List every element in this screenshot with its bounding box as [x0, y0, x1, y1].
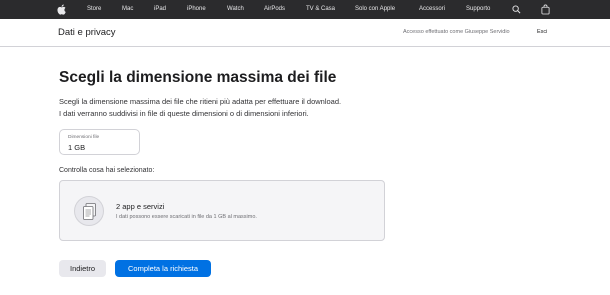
signout-link[interactable]: Esci [537, 29, 547, 35]
back-button[interactable]: Indietro [59, 260, 106, 277]
nav-ipad[interactable]: iPad [154, 0, 166, 19]
page-title: Scegli la dimensione massima dei file [59, 69, 337, 86]
nav-airpods[interactable]: AirPods [264, 0, 285, 19]
selection-summary-card: 2 app e servizi I dati possono essere sc… [59, 180, 385, 241]
nav-tv-casa[interactable]: TV & Casa [306, 0, 335, 19]
subnav-title[interactable]: Dati e privacy [58, 27, 116, 38]
nav-store[interactable]: Store [87, 0, 101, 19]
sub-nav: Dati e privacy Accesso effettuato come G… [0, 19, 610, 47]
card-subtitle: I dati possono essere scaricati in file … [116, 214, 257, 220]
nav-mac[interactable]: Mac [122, 0, 133, 19]
file-size-value: 1 GB [68, 143, 86, 152]
global-nav: Store Mac iPad iPhone Watch AirPods TV &… [0, 0, 610, 19]
nav-solo-con-apple[interactable]: Solo con Apple [355, 0, 395, 19]
nav-accessori[interactable]: Accessori [419, 0, 445, 19]
card-title: 2 app e servizi [116, 202, 165, 211]
complete-request-button[interactable]: Completa la richiesta [115, 260, 211, 277]
description-line-2: I dati verranno suddivisi in file di que… [59, 109, 309, 118]
document-icon [83, 203, 96, 220]
description-line-1: Scegli la dimensione massima dei file ch… [59, 97, 342, 106]
nav-iphone[interactable]: iPhone [187, 0, 206, 19]
search-icon[interactable] [512, 5, 521, 14]
nav-watch[interactable]: Watch [227, 0, 244, 19]
account-status: Accesso effettuato come Giuseppe Servidi… [403, 29, 510, 35]
shopping-bag-icon[interactable] [541, 4, 550, 15]
file-size-select[interactable]: Dimensioni file 1 GB [59, 129, 140, 155]
review-label: Controlla cosa hai selezionato: [59, 167, 155, 174]
apple-logo-icon[interactable] [57, 4, 66, 15]
file-size-label: Dimensioni file [68, 135, 100, 140]
document-icon-circle [74, 196, 104, 226]
nav-supporto[interactable]: Supporto [466, 0, 490, 19]
